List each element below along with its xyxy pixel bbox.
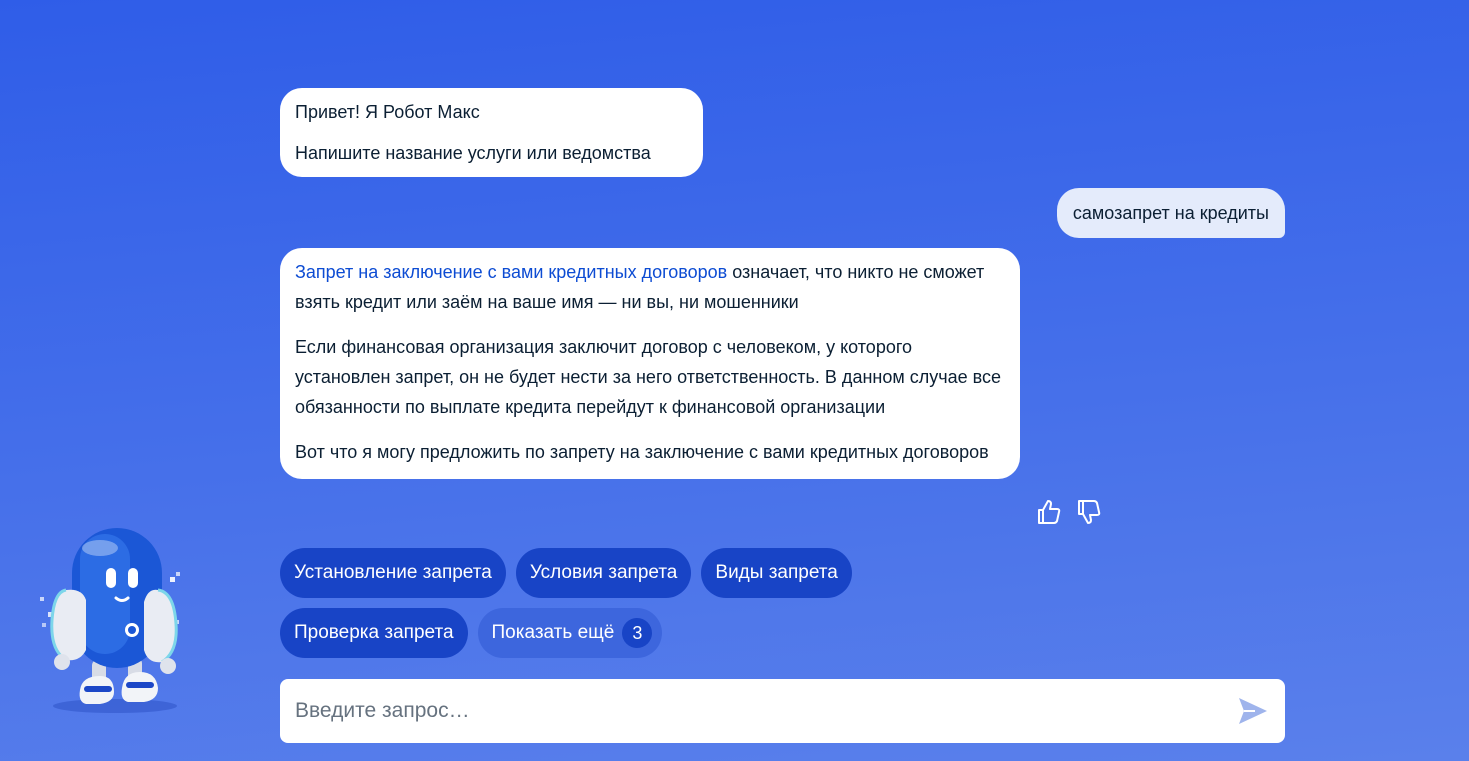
credit-ban-link[interactable]: Запрет на заключение с вами кредитных до… (295, 262, 727, 282)
thumbs-down-icon (1078, 500, 1101, 524)
suggestion-chips: Установление запрета Условия запрета Вид… (280, 548, 980, 668)
user-message-text: самозапрет на кредиты (1072, 203, 1269, 223)
thumbs-up-icon (1038, 500, 1061, 524)
user-message: самозапрет на кредиты (1056, 188, 1285, 238)
show-more-button[interactable]: Показать ещё 3 (477, 608, 663, 658)
chip-ban-check[interactable]: Проверка запрета (280, 608, 468, 658)
send-icon (1239, 698, 1267, 724)
like-button[interactable] (1036, 497, 1062, 527)
greeting-line-2: Напишите название услуги или ведомства (295, 143, 651, 163)
bot-message-greeting: Привет! Я Робот Макс Напишите название у… (280, 88, 703, 177)
robot-max-avatar (30, 520, 190, 720)
answer-paragraph-2: Если финансовая организация заключит дог… (295, 337, 1001, 417)
bot-message-answer: Запрет на заключение с вами кредитных до… (280, 248, 1020, 479)
message-input[interactable] (280, 679, 1233, 743)
show-more-count-badge: 3 (622, 618, 653, 648)
greeting-line-1: Привет! Я Робот Макс (295, 102, 480, 122)
chip-row-2: Проверка запрета Показать ещё 3 (280, 608, 980, 658)
chip-ban-conditions[interactable]: Условия запрета (515, 548, 692, 598)
chip-row-1: Установление запрета Условия запрета Вид… (280, 548, 980, 598)
feedback-buttons (1036, 497, 1102, 527)
show-more-label: Показать ещё (491, 622, 615, 643)
answer-paragraph-3: Вот что я могу предложить по запрету на … (295, 442, 989, 462)
message-input-container (280, 679, 1285, 743)
chip-ban-setup[interactable]: Установление запрета (280, 548, 506, 598)
chip-ban-types[interactable]: Виды запрета (701, 548, 852, 598)
send-button[interactable] (1233, 691, 1273, 731)
dislike-button[interactable] (1076, 497, 1102, 527)
robot-icon (40, 528, 180, 713)
answer-paragraph-1: Запрет на заключение с вами кредитных до… (295, 257, 1005, 317)
